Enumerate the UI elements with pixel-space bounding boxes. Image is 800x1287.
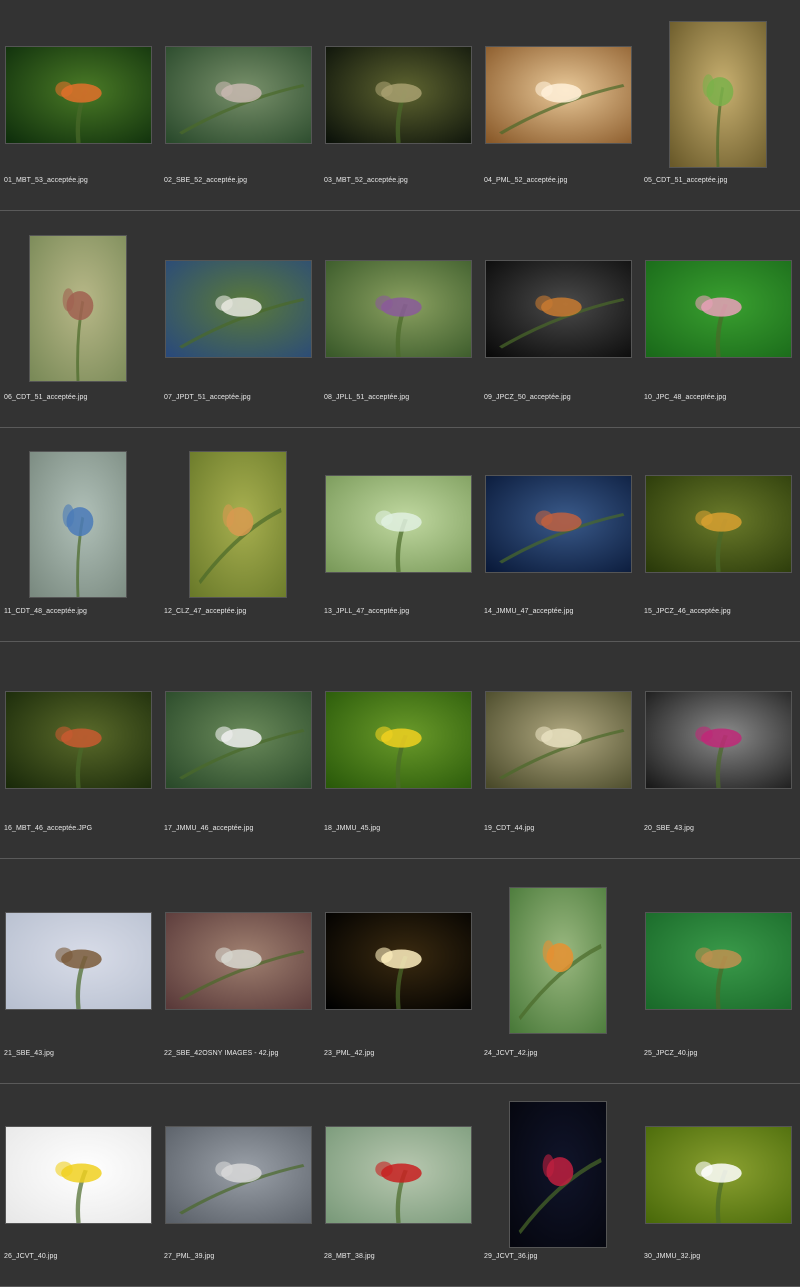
photo-thumbnail-ladybug-on-grass[interactable]	[324, 1125, 472, 1224]
thumbnail-row: 06_CDT_51_acceptée.jpg 07_JPDT_51_accepté…	[0, 211, 800, 428]
thumbnail-item[interactable]: 14_JMMU_47_acceptée.jpg	[480, 428, 640, 642]
photo-thumbnail-mantis-pair-stem[interactable]	[29, 235, 127, 382]
photo-thumbnail-hoverflies-on-leaf[interactable]	[644, 475, 792, 573]
thumbnail-row: 01_MBT_53_acceptée.jpg 02_SBE_52_acceptée…	[0, 0, 800, 211]
photo-thumbnail-beetles-on-flower[interactable]	[164, 259, 312, 358]
file-name-label: 06_CDT_51_acceptée.jpg	[4, 394, 88, 401]
thumbnail-row: 26_JCVT_40.jpg 27_PML_39.jpg 28_MBT_38.jpg…	[0, 1084, 800, 1287]
file-name-label: 26_JCVT_40.jpg	[4, 1253, 58, 1260]
file-name-label: 14_JMMU_47_acceptée.jpg	[484, 608, 574, 615]
thumbnail-item[interactable]: 25_JPCZ_40.jpg	[640, 859, 800, 1084]
thumbnail-item[interactable]: 22_SBE_42OSNY IMAGES - 42.jpg	[160, 859, 320, 1084]
photo-thumbnail-blue-butterfly-wings[interactable]	[29, 450, 127, 598]
photo-thumbnail-fly-on-dewy-stem[interactable]	[324, 259, 472, 358]
file-name-label: 13_JPLL_47_acceptée.jpg	[324, 608, 410, 615]
photo-thumbnail-red-stems-dark[interactable]	[509, 1101, 607, 1248]
thumbnail-item[interactable]: 30_JMMU_32.jpg	[640, 1084, 800, 1287]
photo-thumbnail-crab-spider-on-daisy[interactable]	[4, 1125, 152, 1224]
thumbnail-item[interactable]: 28_MBT_38.jpg	[320, 1084, 480, 1287]
thumbnail-item[interactable]: 18_JMMU_45.jpg	[320, 642, 480, 859]
thumbnail-item[interactable]: 03_MBT_52_acceptée.jpg	[320, 0, 480, 211]
photo-thumbnail-moth-on-flower-spike[interactable]	[189, 450, 287, 598]
file-name-label: 04_PML_52_acceptée.jpg	[484, 177, 568, 184]
file-name-label: 29_JCVT_36.jpg	[484, 1253, 538, 1260]
thumbnail-item[interactable]: 19_CDT_44.jpg	[480, 642, 640, 859]
thumbnail-item[interactable]: 04_PML_52_acceptée.jpg	[480, 0, 640, 211]
photo-thumbnail-seed-heads-string[interactable]	[4, 911, 152, 1010]
photo-thumbnail-mushrooms[interactable]	[484, 690, 632, 789]
file-name-label: 07_JPDT_51_acceptée.jpg	[164, 394, 251, 401]
thumbnail-item[interactable]: 20_SBE_43.jpg	[640, 642, 800, 859]
thumbnail-item[interactable]: 24_JCVT_42.jpg	[480, 859, 640, 1084]
file-name-label: 02_SBE_52_acceptée.jpg	[164, 177, 248, 184]
photo-thumbnail-water-bokeh-insect[interactable]	[484, 45, 632, 144]
photo-thumbnail-dragonfly-on-branch[interactable]	[4, 690, 152, 789]
thumbnail-grid: 01_MBT_53_acceptée.jpg 02_SBE_52_acceptée…	[0, 0, 800, 1287]
thumbnail-item[interactable]: 06_CDT_51_acceptée.jpg	[0, 211, 160, 428]
thumbnail-item[interactable]: 13_JPLL_47_acceptée.jpg	[320, 428, 480, 642]
file-name-label: 11_CDT_48_acceptée.jpg	[4, 608, 88, 615]
thumbnail-row: 11_CDT_48_acceptée.jpg 12_CLZ_47_acceptée…	[0, 428, 800, 642]
thumbnail-item[interactable]: 09_JPCZ_50_acceptée.jpg	[480, 211, 640, 428]
file-name-label: 03_MBT_52_acceptée.jpg	[324, 177, 408, 184]
thumbnail-item[interactable]: 21_SBE_43.jpg	[0, 859, 160, 1084]
file-name-label: 16_MBT_46_acceptée.JPG	[4, 825, 93, 832]
thumbnail-item[interactable]: 29_JCVT_36.jpg	[480, 1084, 640, 1287]
file-name-label: 30_JMMU_32.jpg	[644, 1253, 701, 1260]
file-name-label: 19_CDT_44.jpg	[484, 825, 535, 832]
thumbnail-row: 21_SBE_43.jpg 22_SBE_42OSNY IMAGES - 42.j…	[0, 859, 800, 1084]
thumbnail-item[interactable]: 17_JMMU_46_acceptée.jpg	[160, 642, 320, 859]
file-name-label: 27_PML_39.jpg	[164, 1253, 215, 1260]
file-name-label: 18_JMMU_45.jpg	[324, 825, 381, 832]
file-name-label: 28_MBT_38.jpg	[324, 1253, 375, 1260]
thumbnail-item[interactable]: 10_JPC_48_acceptée.jpg	[640, 211, 800, 428]
photo-thumbnail-white-mushrooms[interactable]	[164, 911, 312, 1010]
thumbnail-item[interactable]: 02_SBE_52_acceptée.jpg	[160, 0, 320, 211]
thumbnail-item[interactable]: 07_JPDT_51_acceptée.jpg	[160, 211, 320, 428]
photo-thumbnail-damselflies-over-water[interactable]	[484, 475, 632, 573]
photo-thumbnail-tarantula-on-rock[interactable]	[484, 259, 632, 358]
thumbnail-item[interactable]: 23_PML_42.jpg	[320, 859, 480, 1084]
thumbnail-item[interactable]: 26_JCVT_40.jpg	[0, 1084, 160, 1287]
photo-thumbnail-beetle-on-white-flower[interactable]	[644, 1125, 792, 1224]
thumbnail-item[interactable]: 11_CDT_48_acceptée.jpg	[0, 428, 160, 642]
file-name-label: 22_SBE_42OSNY IMAGES - 42.jpg	[164, 1050, 279, 1057]
photo-thumbnail-fly-on-green-leaf[interactable]	[644, 911, 792, 1010]
thumbnail-item[interactable]: 16_MBT_46_acceptée.JPG	[0, 642, 160, 859]
photo-thumbnail-wasp-on-pink-flower[interactable]	[644, 259, 792, 358]
photo-thumbnail-fly-on-dewy-leaf[interactable]	[324, 475, 472, 573]
thumbnail-item[interactable]: 15_JPCZ_46_acceptée.jpg	[640, 428, 800, 642]
file-name-label: 23_PML_42.jpg	[324, 1050, 375, 1057]
photo-thumbnail-butterflies-pair[interactable]	[4, 45, 152, 144]
file-name-label: 20_SBE_43.jpg	[644, 825, 694, 832]
photo-thumbnail-dragonfly-silhouette-sun[interactable]	[324, 911, 472, 1010]
thumbnail-item[interactable]: 08_JPLL_51_acceptée.jpg	[320, 211, 480, 428]
file-name-label: 17_JMMU_46_acceptée.jpg	[164, 825, 254, 832]
file-name-label: 10_JPC_48_acceptée.jpg	[644, 394, 727, 401]
thumbnail-item[interactable]: 27_PML_39.jpg	[160, 1084, 320, 1287]
file-name-label: 12_CLZ_47_acceptée.jpg	[164, 608, 247, 615]
file-name-label: 15_JPCZ_46_acceptée.jpg	[644, 608, 731, 615]
photo-thumbnail-mantis-on-plant[interactable]	[669, 21, 767, 168]
thumbnail-item[interactable]: 12_CLZ_47_acceptée.jpg	[160, 428, 320, 642]
file-name-label: 09_JPCZ_50_acceptée.jpg	[484, 394, 571, 401]
photo-thumbnail-reflection-on-water[interactable]	[164, 1125, 312, 1224]
photo-thumbnail-caterpillar-on-thistle[interactable]	[509, 887, 607, 1034]
photo-thumbnail-mantis-on-stem[interactable]	[164, 45, 312, 144]
photo-thumbnail-insect-on-white-flowers[interactable]	[164, 690, 312, 789]
file-name-label: 05_CDT_51_acceptée.jpg	[644, 177, 728, 184]
photo-thumbnail-insect-on-grass[interactable]	[324, 690, 472, 789]
thumbnail-item[interactable]: 01_MBT_53_acceptée.jpg	[0, 0, 160, 211]
file-name-label: 21_SBE_43.jpg	[4, 1050, 54, 1057]
photo-thumbnail-spider-web-grass[interactable]	[324, 45, 472, 144]
file-name-label: 24_JCVT_42.jpg	[484, 1050, 538, 1057]
file-name-label: 01_MBT_53_acceptée.jpg	[4, 177, 88, 184]
photo-thumbnail-pink-flowers[interactable]	[644, 690, 792, 789]
file-name-label: 08_JPLL_51_acceptée.jpg	[324, 394, 410, 401]
file-name-label: 25_JPCZ_40.jpg	[644, 1050, 698, 1057]
thumbnail-row: 16_MBT_46_acceptée.JPG 17_JMMU_46_accepté…	[0, 642, 800, 859]
thumbnail-item[interactable]: 05_CDT_51_acceptée.jpg	[640, 0, 800, 211]
